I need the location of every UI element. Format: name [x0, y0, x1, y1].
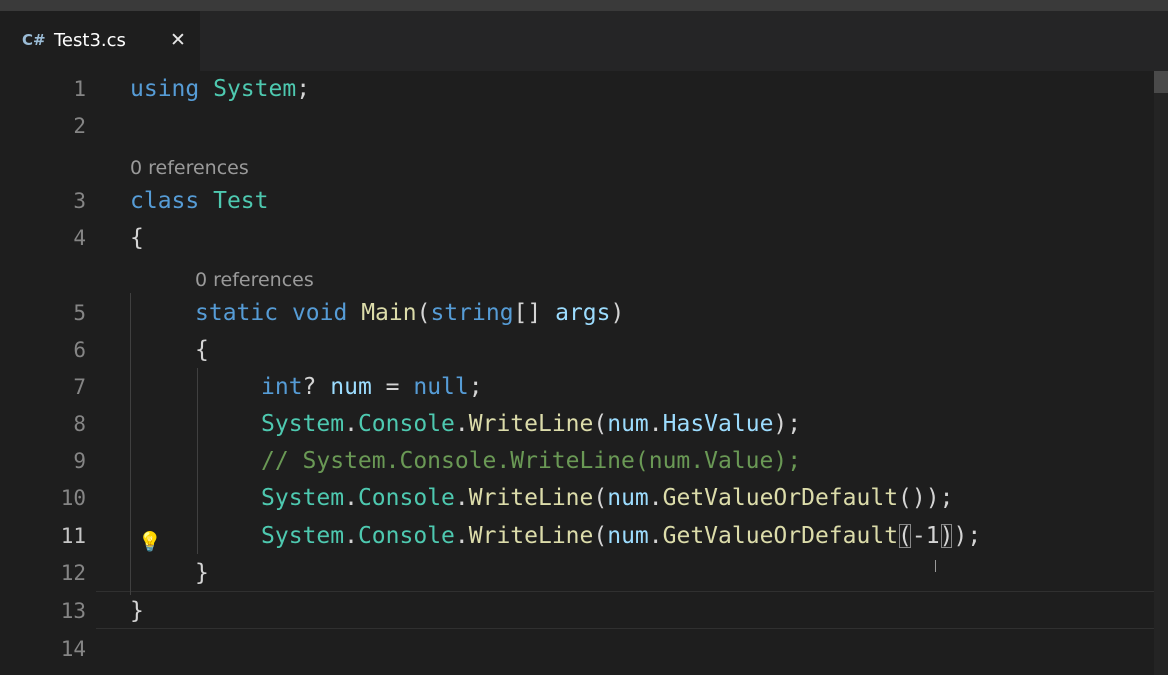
- code-line-1[interactable]: 1 using System;: [0, 71, 1154, 108]
- code-line-12[interactable]: 12 }: [0, 555, 1154, 592]
- code-line-7[interactable]: 7 int? num = null;: [0, 369, 1154, 406]
- code-text: }: [130, 598, 144, 624]
- bracket-match-close: ): [939, 523, 954, 549]
- line-number: 11: [60, 524, 86, 548]
- line-number: 12: [60, 561, 86, 585]
- code-text: }: [195, 560, 209, 586]
- tab-strip: C# Test3.cs ✕: [0, 11, 1168, 71]
- scrollbar-thumb[interactable]: [1154, 71, 1168, 93]
- code-comment: // System.Console.WriteLine(num.Value);: [261, 448, 802, 474]
- code-line-5[interactable]: 5 static void Main(string[] args): [0, 295, 1154, 332]
- tab-filename: Test3.cs: [54, 30, 126, 51]
- code-text: {: [130, 225, 144, 251]
- line-number: 14: [60, 637, 86, 661]
- line-number: 4: [73, 226, 86, 250]
- code-editor[interactable]: 1 using System; 2 0 references 3 class T…: [0, 71, 1168, 675]
- code-text: class Test: [130, 188, 269, 214]
- line-number: 8: [73, 412, 86, 436]
- line-number: 10: [60, 486, 86, 510]
- code-line-2[interactable]: 2: [0, 108, 1154, 145]
- code-text: {: [195, 337, 209, 363]
- mouse-ibeam-cursor: [935, 560, 936, 572]
- code-line-11[interactable]: 11 System.Console.WriteLine(num.GetValue…: [0, 518, 1154, 555]
- vertical-scrollbar[interactable]: [1154, 71, 1168, 675]
- code-line-8[interactable]: 8 System.Console.WriteLine(num.HasValue)…: [0, 406, 1154, 443]
- line-number: 13: [60, 599, 86, 623]
- codelens-references[interactable]: 0 references: [130, 153, 249, 183]
- code-line-13[interactable]: 13 }: [0, 593, 1154, 630]
- tab-test3-cs[interactable]: C# Test3.cs ✕: [0, 11, 200, 71]
- line-number: 1: [73, 77, 86, 101]
- csharp-file-icon: C#: [22, 31, 46, 49]
- code-line-4[interactable]: 4 {: [0, 220, 1154, 257]
- line-number: 7: [73, 375, 86, 399]
- code-line-10[interactable]: 10 System.Console.WriteLine(num.GetValue…: [0, 480, 1154, 517]
- line-number: 9: [73, 449, 86, 473]
- title-bar: [0, 0, 1168, 11]
- code-text: static void Main(string[] args): [195, 300, 625, 326]
- code-line-14[interactable]: 14: [0, 631, 1154, 668]
- close-icon[interactable]: ✕: [170, 29, 186, 51]
- line-number: 3: [73, 189, 86, 213]
- line-number: 2: [73, 114, 86, 138]
- lightbulb-icon[interactable]: 💡: [138, 530, 162, 553]
- line-number: 5: [73, 301, 86, 325]
- code-text: using System;: [130, 76, 311, 102]
- bracket-match-open: (: [898, 523, 912, 549]
- code-text: int? num = null;: [261, 374, 483, 400]
- codelens-references[interactable]: 0 references: [195, 265, 314, 295]
- code-line-9[interactable]: 9 // System.Console.WriteLine(num.Value)…: [0, 443, 1154, 480]
- code-line-6[interactable]: 6 {: [0, 332, 1154, 369]
- code-text: System.Console.WriteLine(num.GetValueOrD…: [261, 523, 982, 549]
- code-text: System.Console.WriteLine(num.GetValueOrD…: [261, 485, 954, 511]
- code-line-3[interactable]: 3 class Test: [0, 183, 1154, 220]
- line-number: 6: [73, 338, 86, 362]
- code-text: System.Console.WriteLine(num.HasValue);: [261, 411, 802, 437]
